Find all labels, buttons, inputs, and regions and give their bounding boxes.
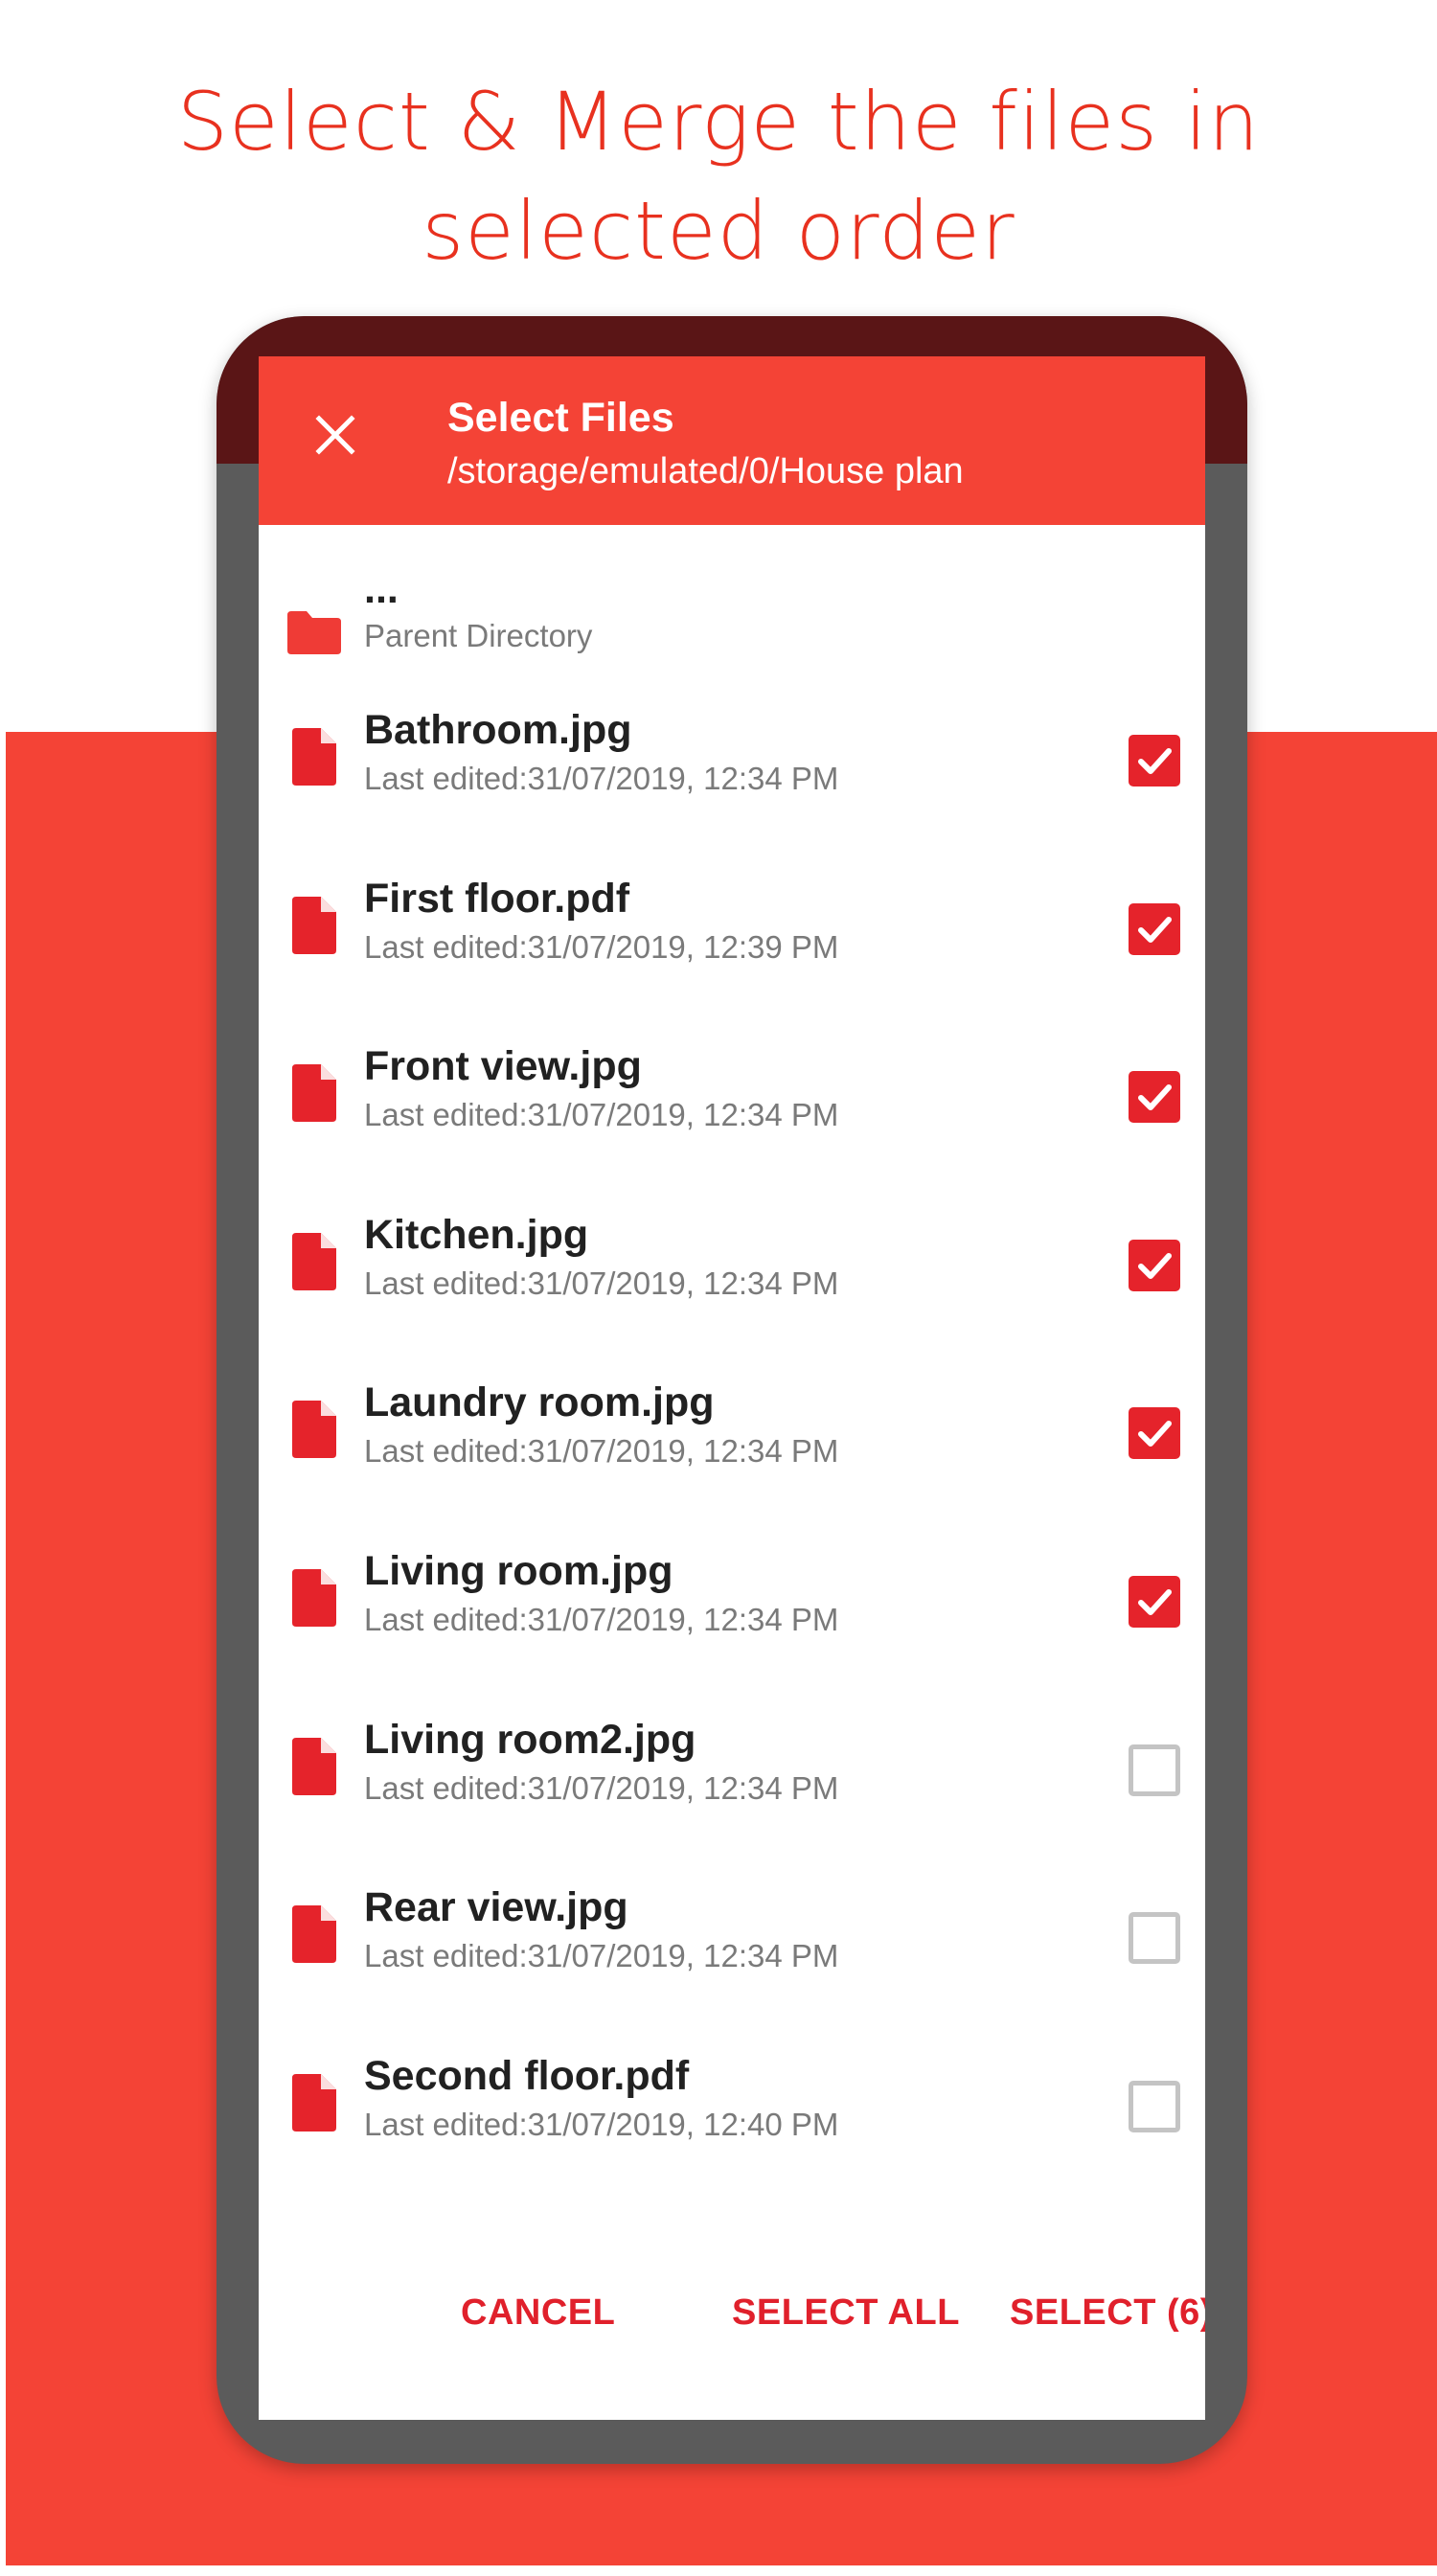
check-icon bbox=[1138, 748, 1172, 774]
checkbox-checked[interactable] bbox=[1129, 1240, 1180, 1291]
dialog-actions: CANCEL SELECT ALL SELECT (6) bbox=[259, 2274, 1205, 2351]
checkbox-checked[interactable] bbox=[1129, 1576, 1180, 1628]
file-last-edited: Last edited:31/07/2019, 12:34 PM bbox=[364, 1602, 839, 1637]
file-last-edited: Last edited:31/07/2019, 12:34 PM bbox=[364, 1770, 839, 1806]
check-icon bbox=[1138, 1253, 1172, 1279]
file-name: First floor.pdf bbox=[364, 876, 630, 922]
background-bottom-strip bbox=[0, 2565, 1437, 2576]
checkbox-checked[interactable] bbox=[1129, 735, 1180, 786]
check-icon bbox=[1138, 1421, 1172, 1447]
file-icon bbox=[285, 1062, 343, 1124]
file-icon bbox=[285, 1399, 343, 1460]
file-icon bbox=[285, 1736, 343, 1797]
file-last-edited: Last edited:31/07/2019, 12:34 PM bbox=[364, 1097, 839, 1132]
file-last-edited: Last edited:31/07/2019, 12:39 PM bbox=[364, 929, 839, 965]
file-last-edited: Last edited:31/07/2019, 12:34 PM bbox=[364, 1433, 839, 1469]
close-icon bbox=[315, 415, 355, 455]
cancel-button[interactable]: CANCEL bbox=[461, 2274, 615, 2351]
file-name: Laundry room.jpg bbox=[364, 1379, 715, 1425]
phone-frame: Select Files /storage/emulated/0/House p… bbox=[217, 316, 1247, 2464]
file-list-item[interactable]: Bathroom.jpg Last edited:31/07/2019, 12:3… bbox=[259, 693, 1205, 855]
checkbox-checked[interactable] bbox=[1129, 1407, 1180, 1459]
file-name: Bathroom.jpg bbox=[364, 707, 632, 753]
file-list-item[interactable]: Kitchen.jpg Last edited:31/07/2019, 12:34… bbox=[259, 1197, 1205, 1360]
check-icon bbox=[1138, 1589, 1172, 1615]
file-list-item[interactable]: Laundry room.jpg Last edited:31/07/2019, … bbox=[259, 1365, 1205, 1528]
file-name: Living room.jpg bbox=[364, 1548, 673, 1594]
parent-directory-item[interactable]: ... Parent Directory bbox=[259, 525, 1205, 688]
parent-directory-name: ... bbox=[364, 566, 399, 612]
file-list-item[interactable]: Living room.jpg Last edited:31/07/2019, 1… bbox=[259, 1534, 1205, 1697]
file-last-edited: Last edited:31/07/2019, 12:34 PM bbox=[364, 761, 839, 796]
current-path: /storage/emulated/0/House plan bbox=[447, 451, 964, 491]
check-icon bbox=[1138, 1084, 1172, 1110]
file-name: Second floor.pdf bbox=[364, 2053, 690, 2099]
file-last-edited: Last edited:31/07/2019, 12:34 PM bbox=[364, 1265, 839, 1301]
folder-icon bbox=[285, 602, 343, 663]
checkbox-unchecked[interactable] bbox=[1129, 1912, 1180, 1964]
file-list-item[interactable]: Living room2.jpg Last edited:31/07/2019, … bbox=[259, 1702, 1205, 1865]
select-all-button[interactable]: SELECT ALL bbox=[732, 2274, 960, 2351]
file-last-edited: Last edited:31/07/2019, 12:40 PM bbox=[364, 2107, 839, 2142]
dialog-header: Select Files /storage/emulated/0/House p… bbox=[259, 356, 1205, 525]
file-name: Front view.jpg bbox=[364, 1043, 642, 1089]
file-name: Living room2.jpg bbox=[364, 1717, 696, 1763]
select-files-dialog: Select Files /storage/emulated/0/House p… bbox=[259, 356, 1205, 2420]
close-button[interactable] bbox=[297, 397, 374, 473]
headline: Select & Merge the files in selected ord… bbox=[0, 67, 1437, 285]
checkbox-checked[interactable] bbox=[1129, 1071, 1180, 1123]
checkbox-checked[interactable] bbox=[1129, 903, 1180, 955]
checkbox-unchecked[interactable] bbox=[1129, 1744, 1180, 1796]
file-name: Rear view.jpg bbox=[364, 1884, 628, 1930]
file-list-item[interactable]: Rear view.jpg Last edited:31/07/2019, 12:… bbox=[259, 1870, 1205, 2033]
file-list-item[interactable]: Front view.jpg Last edited:31/07/2019, 12… bbox=[259, 1029, 1205, 1192]
select-button[interactable]: SELECT (6) bbox=[1010, 2274, 1205, 2351]
file-last-edited: Last edited:31/07/2019, 12:34 PM bbox=[364, 1938, 839, 1973]
file-list-item[interactable]: Second floor.pdf Last edited:31/07/2019, … bbox=[259, 2039, 1205, 2201]
headline-line-1: Select & Merge the files in bbox=[176, 75, 1261, 169]
check-icon bbox=[1138, 917, 1172, 943]
file-icon bbox=[285, 2072, 343, 2133]
file-icon bbox=[285, 895, 343, 956]
file-icon bbox=[285, 1904, 343, 1965]
file-name: Kitchen.jpg bbox=[364, 1212, 589, 1258]
checkbox-unchecked[interactable] bbox=[1129, 2081, 1180, 2132]
file-icon bbox=[285, 1231, 343, 1292]
file-list-item[interactable]: First floor.pdf Last edited:31/07/2019, 1… bbox=[259, 861, 1205, 1024]
dialog-title: Select Files bbox=[447, 395, 674, 441]
file-icon bbox=[285, 726, 343, 787]
headline-line-2: selected order bbox=[422, 184, 1015, 278]
file-icon bbox=[285, 1567, 343, 1629]
parent-directory-label: Parent Directory bbox=[364, 618, 593, 653]
